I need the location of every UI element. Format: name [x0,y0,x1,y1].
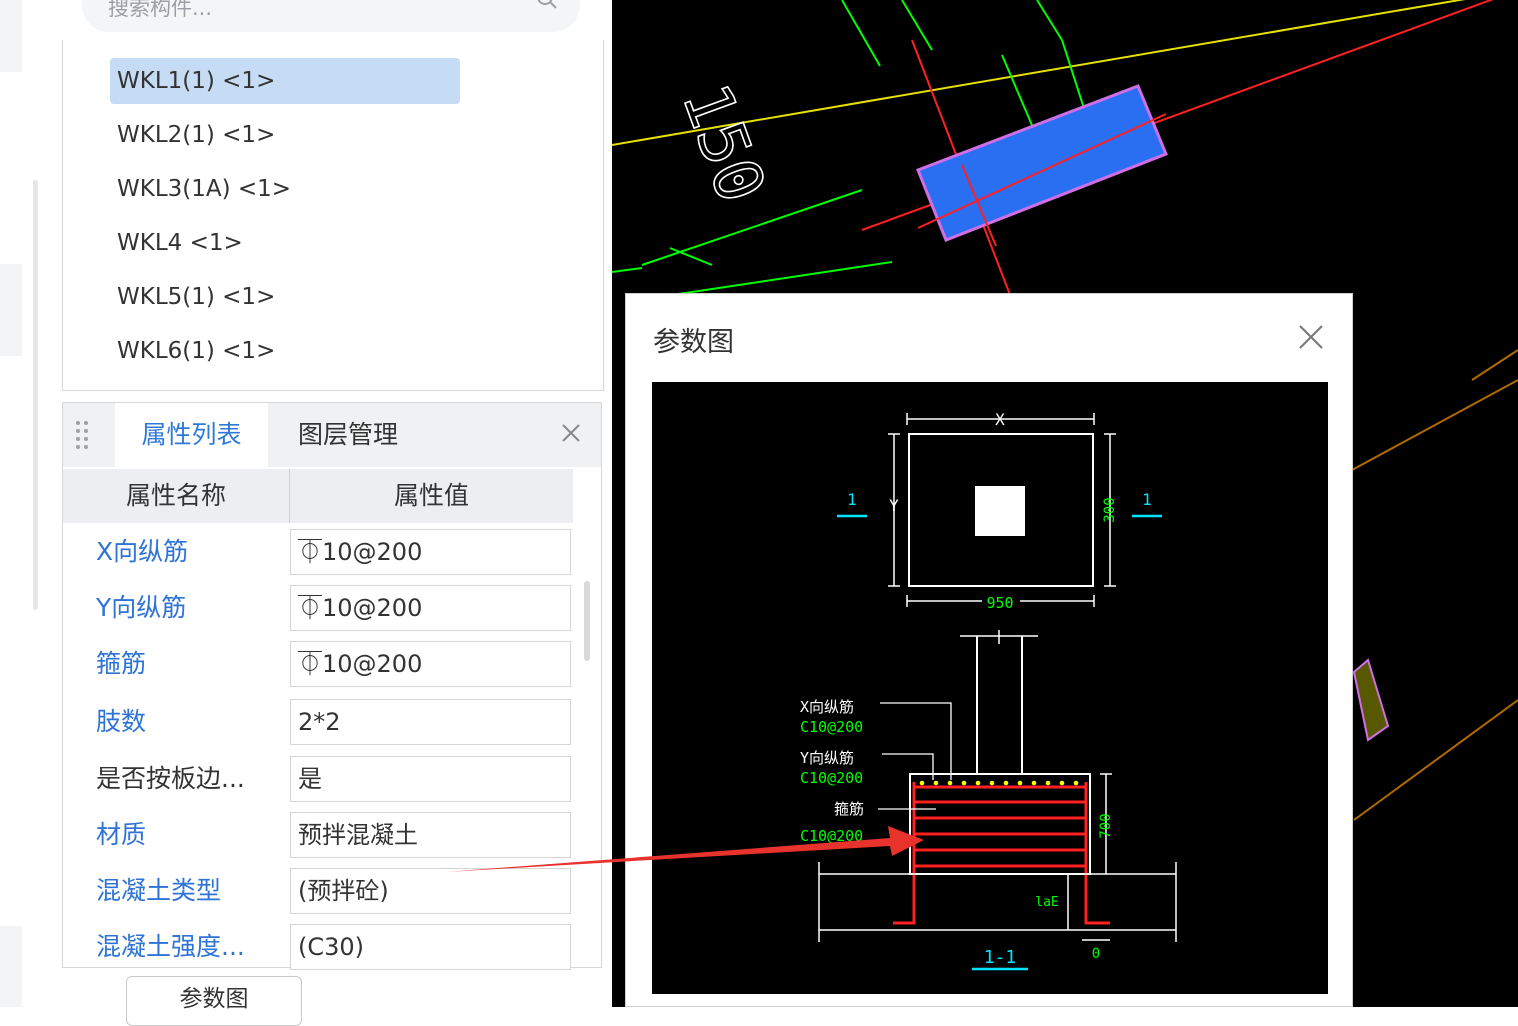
lae-label: laE [1035,895,1058,910]
tree-item[interactable]: WKL6(1) <1> [110,328,460,374]
x-bar-value: C10@200 [800,718,863,736]
dim-700-label: 700 [1098,813,1114,838]
close-icon[interactable] [561,423,581,443]
search-icon[interactable] [536,0,558,10]
y-label: Y [889,496,899,515]
table-header: 属性名称 属性值 [63,469,573,523]
property-name: X向纵筋 [96,537,189,566]
left-strip-scrollbar[interactable] [33,180,38,610]
search-placeholder: 搜索构件... [108,0,213,20]
property-name: 材质 [96,820,147,849]
column-header-value: 属性值 [393,481,469,510]
cad-dimension-text: 150 [667,74,780,212]
close-icon[interactable] [1298,324,1324,350]
component-tree: WKL1(1) <1> WKL2(1) <1> WKL3(1A) <1> WKL… [62,40,604,391]
x-label: X [995,410,1005,429]
search-box[interactable]: 搜索构件... [82,0,580,32]
cad-line [669,247,713,266]
table-row: 材质 预拌混凝土 [63,808,573,864]
cad-line [641,189,863,266]
column-section [975,486,1025,536]
table-row: 肢数 2*2 [63,695,573,751]
stirrup-value: C10@200 [800,827,863,845]
cad-line [1036,0,1063,41]
left-toolbar-strip [0,0,50,1007]
cad-line [671,261,893,296]
section-mark-right: 1 [1142,490,1152,509]
tab-property-list[interactable]: 属性列表 [115,403,268,467]
property-name: Y向纵筋 [96,593,187,622]
cad-line [841,0,881,67]
property-value-field[interactable]: 预拌混凝土 [290,812,571,858]
property-value-field[interactable]: ⏁10@200 [290,585,571,631]
cad-line [612,267,643,273]
tree-item[interactable]: WKL5(1) <1> [110,274,460,320]
left-strip-block [0,0,22,72]
left-strip-block [0,264,22,356]
parameter-drawing: X Y 300 950 1 1 700 laE 0 1-1 X向纵筋 C10@2… [800,410,1177,971]
table-row: 是否按板边... 是 [63,752,573,808]
plan-view: X Y 300 950 1 1 [837,410,1162,612]
parameter-diagram-image: X Y 300 950 1 1 700 laE 0 1-1 X向纵筋 C10@2… [652,382,1328,994]
property-value-field[interactable]: (C30) [290,924,571,970]
y-bar-label: Y向纵筋 [800,749,854,767]
properties-panel: 属性列表 图层管理 属性名称 属性值 X向纵筋 ⏁10@200 Y向纵筋 ⏁10… [62,402,602,970]
property-name: 混凝土类型 [96,876,222,905]
cad-block [1352,658,1390,742]
cad-line [1351,379,1518,471]
cad-beam-block [916,84,1168,242]
table-row: 箍筋 ⏁10@200 [63,637,573,693]
tree-item[interactable]: WKL4 <1> [110,220,460,266]
property-name: 混凝土强度... [96,932,245,961]
section-mark-left: 1 [847,490,857,509]
component-panel: 搜索构件... WKL1(1) <1> WKL2(1) <1> WKL3(1A)… [50,0,631,1026]
longitudinal-bar-dots [919,780,1079,786]
property-value-field[interactable]: 2*2 [290,699,571,745]
cad-line [1471,349,1518,381]
tree-item[interactable]: WKL2(1) <1> [110,112,460,158]
drag-grip-icon[interactable] [75,419,89,453]
property-value-field[interactable]: (预拌砼) [290,868,571,914]
property-name: 肢数 [96,707,147,736]
panel-tab-bar: 属性列表 图层管理 [63,403,601,467]
left-strip-block [0,926,22,1007]
table-row: X向纵筋 ⏁10@200 [63,525,573,581]
zero-label: 0 [1092,946,1100,962]
y-bar-value: C10@200 [800,769,863,787]
parameter-diagram-dialog: 参数图 X Y 300 950 1 1 700 laE 0 1-1 X向纵筋 C… [625,293,1353,1007]
table-row: 混凝土强度... (C30) [63,920,573,976]
dim-300-label: 300 [1102,497,1118,522]
property-name: 是否按板边... [96,764,245,793]
property-name: 箍筋 [96,649,147,678]
table-row: 混凝土类型 (预拌砼) [63,864,573,920]
tree-item[interactable]: WKL1(1) <1> [110,58,460,104]
tab-layer-management[interactable]: 图层管理 [283,403,413,467]
cad-line [901,0,933,51]
table-row: Y向纵筋 ⏁10@200 [63,581,573,637]
dim-950-label: 950 [986,594,1013,612]
property-value-field[interactable]: ⏁10@200 [290,641,571,687]
parameter-diagram-button[interactable]: 参数图 [126,976,302,1026]
property-value-field[interactable]: 是 [290,756,571,802]
properties-scrollbar[interactable] [584,581,590,661]
tree-item[interactable]: WKL3(1A) <1> [110,166,460,212]
section-title: 1-1 [984,947,1017,968]
section-view: 700 laE 0 1-1 X向纵筋 C10@200 Y向纵筋 C10@200 … [800,630,1177,971]
x-bar-label: X向纵筋 [800,698,854,716]
column-header-name: 属性名称 [63,469,290,523]
stirrup-label: 箍筋 [834,800,864,818]
stirrup-bars [893,782,1110,925]
property-value-field[interactable]: ⏁10@200 [290,529,571,575]
dialog-title: 参数图 [653,327,734,358]
